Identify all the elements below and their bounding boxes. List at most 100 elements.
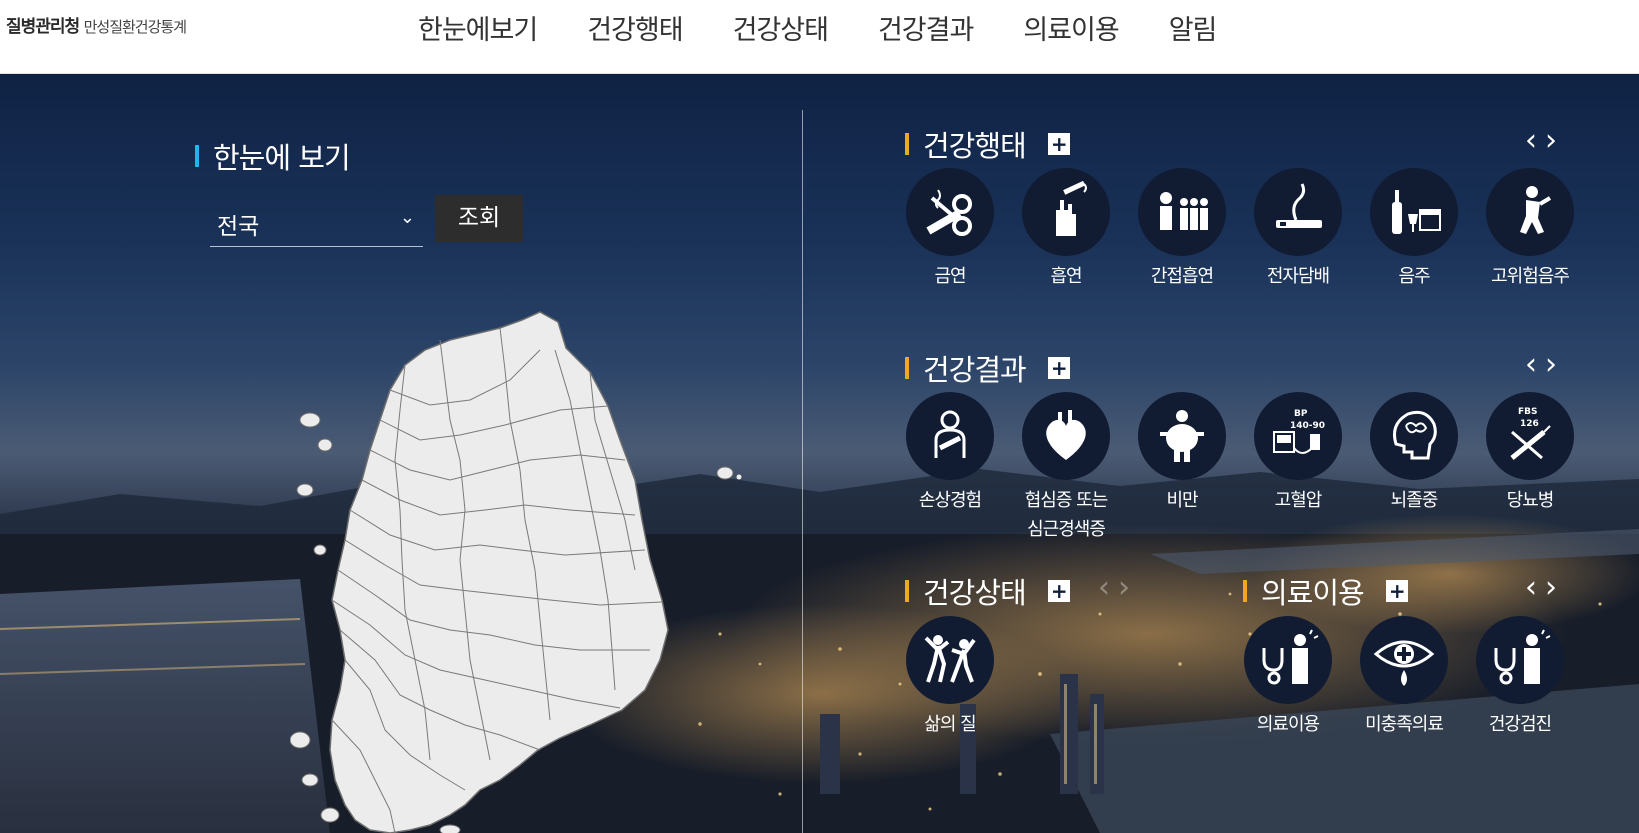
doctor-stethoscope-icon xyxy=(1262,629,1319,685)
icon-item-drinking[interactable]: 음주 xyxy=(1359,168,1469,292)
icon-item-hypertension[interactable]: BP 140-90 고혈압 xyxy=(1243,392,1353,516)
icon-label: 고혈압 xyxy=(1274,490,1323,511)
health-outcome-title: 건강결과 xyxy=(923,353,1027,387)
icon-circle xyxy=(906,168,994,256)
happy-people-icon xyxy=(924,635,976,683)
icon-item-high-risk-drinking[interactable]: 고위험음주 xyxy=(1475,168,1585,292)
icon-circle: FBS 126 xyxy=(1486,392,1574,480)
title-bar xyxy=(195,145,199,167)
next-arrow-icon[interactable]: › xyxy=(1545,570,1565,605)
icon-item-health-checkup[interactable]: 건강검진 xyxy=(1465,616,1575,740)
icon-item-smoking[interactable]: 흡연 xyxy=(1011,168,1121,292)
map-outline xyxy=(329,311,669,833)
health-behavior-title-wrap: 건강행태 + xyxy=(905,123,1070,165)
site-logo[interactable]: 질병관리청 만성질환건강통계 xyxy=(6,12,187,37)
korea-map[interactable] xyxy=(290,310,690,833)
icon-label-line2: 심근경색증 xyxy=(1027,519,1106,540)
overview-title-wrap: 한눈에 보기 xyxy=(195,135,351,177)
obese-person-icon xyxy=(1160,410,1204,462)
no-smoking-scissors-icon xyxy=(926,189,972,236)
ulleungdo-island xyxy=(716,466,742,480)
icon-item-obesity[interactable]: 비만 xyxy=(1127,392,1237,516)
fbs-label: FBS xyxy=(1518,407,1538,417)
medical-use-arrows: ‹› xyxy=(1525,570,1565,605)
title-bar xyxy=(1243,580,1247,602)
chevron-down-icon: ⌄ xyxy=(399,207,415,228)
health-status-title: 건강상태 xyxy=(923,576,1027,610)
bottle-calendar-icon xyxy=(1392,190,1441,234)
bp-value: 140-90 xyxy=(1290,421,1325,431)
health-outcome-title-wrap: 건강결과 + xyxy=(905,347,1070,389)
nav-notice[interactable]: 알림 xyxy=(1169,8,1218,47)
syringe-fbs-icon: FBS 126 xyxy=(1510,407,1551,460)
prev-arrow-icon[interactable]: ‹ xyxy=(1525,570,1545,605)
nav-overview[interactable]: 한눈에보기 xyxy=(418,8,538,47)
next-arrow-icon[interactable]: › xyxy=(1545,347,1565,382)
plus-icon[interactable]: + xyxy=(1047,133,1070,155)
icon-circle xyxy=(1022,392,1110,480)
plus-icon[interactable]: + xyxy=(1047,580,1070,602)
icon-label: 뇌졸중 xyxy=(1390,490,1439,511)
nav-medical-use[interactable]: 의료이용 xyxy=(1023,8,1119,47)
plus-icon[interactable]: + xyxy=(1047,357,1070,379)
icon-circle: BP 140-90 xyxy=(1254,392,1342,480)
site-header: 질병관리청 만성질환건강통계 한눈에보기 건강행태 건강상태 건강결과 의료이용… xyxy=(0,0,1639,74)
region-select[interactable]: 전국 ⌄ xyxy=(210,195,423,247)
nav-health-status[interactable]: 건강상태 xyxy=(733,8,829,47)
health-behavior-arrows: ‹› xyxy=(1525,123,1565,158)
icon-circle xyxy=(1254,168,1342,256)
prev-arrow-icon[interactable]: ‹ xyxy=(1098,570,1118,605)
icon-circle xyxy=(1360,616,1448,704)
medical-use-title-wrap: 의료이용 + xyxy=(1243,570,1408,612)
icon-label: 당뇨병 xyxy=(1506,490,1555,511)
health-status-title-wrap: 건강상태 + xyxy=(905,570,1070,612)
prev-arrow-icon[interactable]: ‹ xyxy=(1525,347,1545,382)
icon-item-injury[interactable]: 손상경험 xyxy=(895,392,1005,516)
region-value: 전국 xyxy=(217,214,260,240)
icon-label: 간접흡연 xyxy=(1150,266,1214,287)
brain-head-icon xyxy=(1393,410,1437,460)
blood-pressure-monitor-icon: BP 140-90 xyxy=(1273,409,1325,454)
health-behavior-title: 건강행태 xyxy=(923,129,1027,163)
icon-circle xyxy=(1486,168,1574,256)
panel-divider xyxy=(802,110,803,833)
icon-label: 삶의 질 xyxy=(924,714,976,735)
icon-circle xyxy=(1244,616,1332,704)
icon-circle xyxy=(1138,392,1226,480)
icon-label: 건강검진 xyxy=(1488,714,1552,735)
icon-label: 전자담배 xyxy=(1266,266,1330,287)
icon-item-medical-use[interactable]: 의료이용 xyxy=(1233,616,1343,740)
icon-label: 손상경험 xyxy=(918,490,982,511)
icon-item-secondhand-smoke[interactable]: 간접흡연 xyxy=(1127,168,1237,292)
logo-main: 질병관리청 xyxy=(6,17,80,37)
nav-health-behavior[interactable]: 건강행태 xyxy=(587,8,683,47)
heart-organ-icon xyxy=(1046,410,1086,460)
icon-item-quality-of-life[interactable]: 삶의 질 xyxy=(895,616,1005,740)
icon-label: 고위험음주 xyxy=(1491,266,1570,287)
icon-label: 비만 xyxy=(1166,490,1198,511)
eye-tear-cross-icon xyxy=(1373,640,1435,686)
icon-circle xyxy=(906,392,994,480)
icon-item-heart-disease[interactable]: 협심증 또는 심근경색증 xyxy=(1011,392,1121,544)
title-bar xyxy=(905,357,909,379)
search-button[interactable]: 조회 xyxy=(435,195,523,242)
next-arrow-icon[interactable]: › xyxy=(1545,123,1565,158)
title-bar xyxy=(905,133,909,155)
health-status-arrows: ‹› xyxy=(1098,570,1138,605)
injured-person-icon xyxy=(934,410,966,458)
icon-label: 금연 xyxy=(934,266,966,287)
doctor-stethoscope-icon xyxy=(1494,629,1551,685)
icon-item-unmet-medical[interactable]: 미충족의료 xyxy=(1349,616,1459,740)
icon-item-diabetes[interactable]: FBS 126 당뇨병 xyxy=(1475,392,1585,516)
icon-item-quit-smoking[interactable]: 금연 xyxy=(895,168,1005,292)
icon-item-stroke[interactable]: 뇌졸중 xyxy=(1359,392,1469,516)
next-arrow-icon[interactable]: › xyxy=(1118,570,1138,605)
icon-item-e-cigarette[interactable]: 전자담배 xyxy=(1243,168,1353,292)
health-outcome-arrows: ‹› xyxy=(1525,347,1565,382)
icon-circle xyxy=(1138,168,1226,256)
plus-icon[interactable]: + xyxy=(1385,580,1408,602)
icon-label: 음주 xyxy=(1398,266,1430,287)
icon-label: 협심증 또는 xyxy=(1024,490,1109,511)
prev-arrow-icon[interactable]: ‹ xyxy=(1525,123,1545,158)
nav-health-outcome[interactable]: 건강결과 xyxy=(878,8,974,47)
